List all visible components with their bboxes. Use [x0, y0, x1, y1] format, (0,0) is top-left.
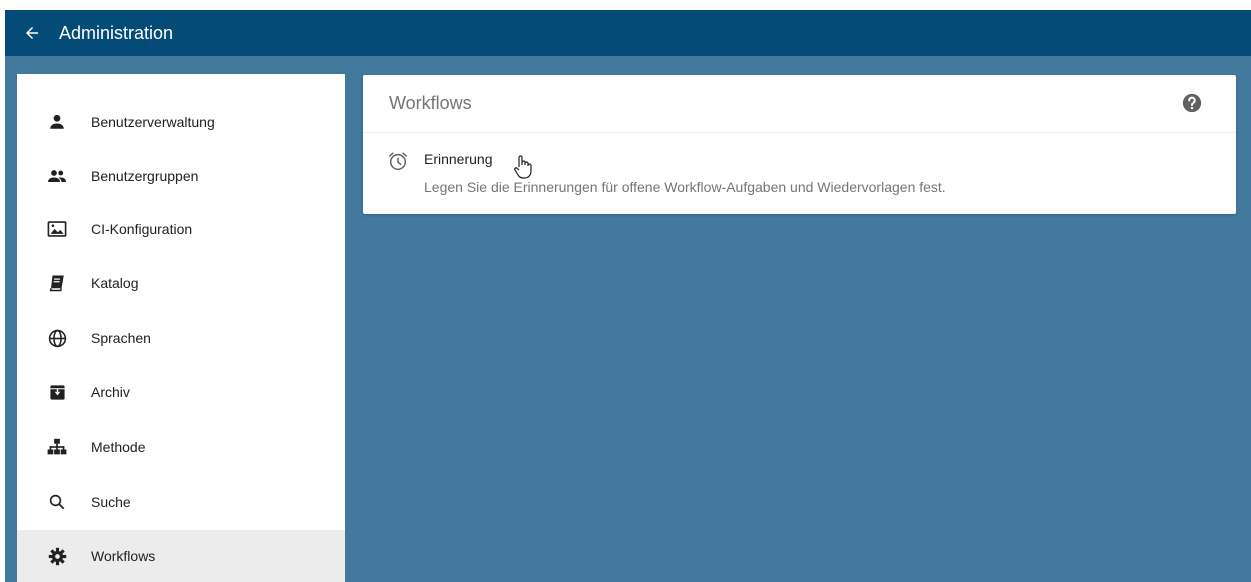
sidebar-item-label: Sprachen: [91, 330, 151, 346]
globe-icon: [45, 326, 69, 350]
app-header: Administration: [5, 10, 1251, 56]
book-icon: [45, 271, 69, 295]
card-title: Workflows: [389, 93, 472, 113]
workflow-entry-erinnerung[interactable]: Erinnerung Legen Sie die Erinnerungen fü…: [363, 139, 1236, 199]
person-icon: [45, 110, 69, 134]
sidebar-item-archiv[interactable]: Archiv: [17, 366, 345, 418]
header-title: Administration: [59, 22, 174, 43]
sidebar-item-benutzerverwaltung[interactable]: Benutzerverwaltung: [17, 96, 345, 148]
sidebar-item-methode[interactable]: Methode: [17, 421, 345, 473]
sidebar-item-workflows[interactable]: Workflows: [17, 530, 345, 582]
gear-icon: [45, 544, 69, 568]
entry-title: Erinnerung: [424, 151, 493, 167]
search-icon: [45, 490, 69, 514]
sidebar-item-sprachen[interactable]: Sprachen: [17, 312, 345, 364]
sitemap-icon: [45, 435, 69, 459]
back-button[interactable]: [17, 18, 47, 48]
image-icon: [45, 217, 69, 241]
help-circle-icon[interactable]: [1181, 92, 1203, 114]
sidebar-item-label: Katalog: [91, 275, 139, 291]
sidebar: Benutzerverwaltung Benutzergruppen CI-Ko…: [17, 74, 345, 582]
alarm-clock-icon: [389, 152, 407, 170]
sidebar-item-label: CI-Konfiguration: [91, 221, 193, 237]
card-divider: [363, 132, 1236, 133]
sidebar-item-label: Archiv: [91, 384, 130, 400]
arrow-left-icon: [26, 27, 38, 39]
archive-icon: [45, 380, 69, 404]
sidebar-item-label: Benutzerverwaltung: [91, 114, 215, 130]
admin-app: Administration Benutzerverwaltung Benutz…: [5, 10, 1251, 582]
people-icon: [45, 164, 69, 188]
sidebar-item-katalog[interactable]: Katalog: [17, 257, 345, 309]
sidebar-item-benutzergruppen[interactable]: Benutzergruppen: [17, 150, 345, 202]
entry-description: Legen Sie die Erinnerungen für offene Wo…: [424, 179, 946, 195]
sidebar-item-label: Benutzergruppen: [91, 168, 199, 184]
sidebar-item-suche[interactable]: Suche: [17, 476, 345, 528]
workflows-card: Workflows Erinnerung Legen Sie die Erinn…: [363, 75, 1236, 214]
hand-pointer-icon: [514, 155, 532, 179]
sidebar-item-label: Methode: [91, 439, 146, 455]
sidebar-item-label: Workflows: [91, 548, 156, 564]
sidebar-item-ci-konfiguration[interactable]: CI-Konfiguration: [17, 203, 345, 255]
sidebar-item-label: Suche: [91, 494, 131, 510]
